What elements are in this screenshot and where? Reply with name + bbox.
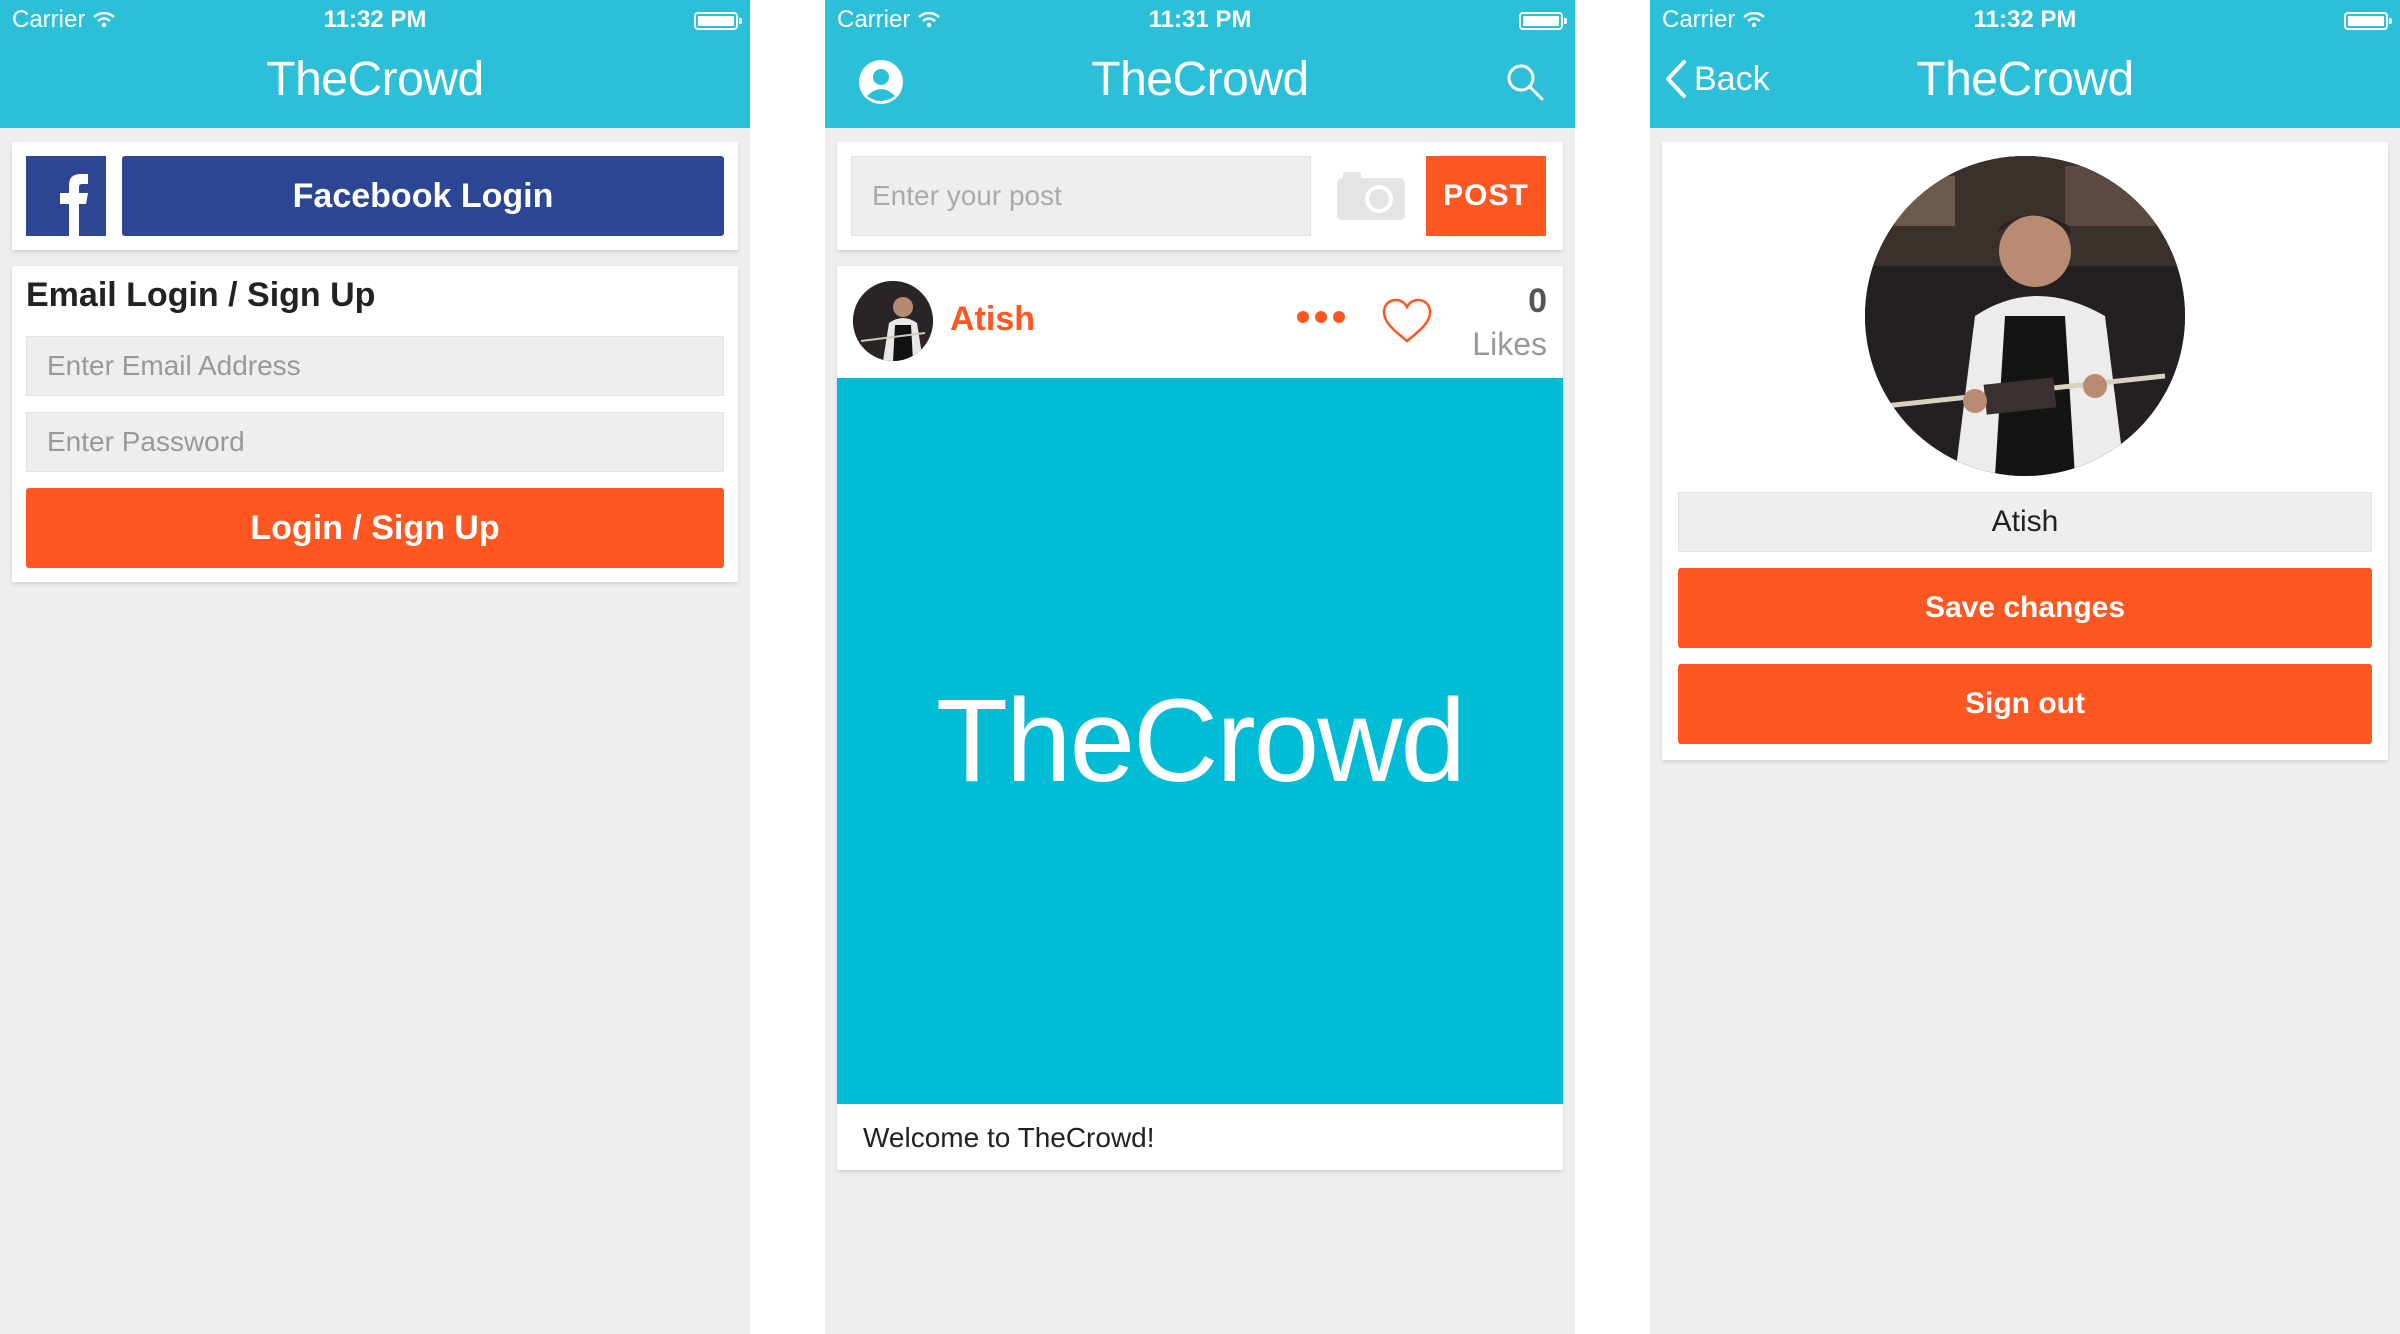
facebook-logo-icon[interactable]: [26, 156, 106, 236]
post-author-avatar[interactable]: [853, 281, 933, 361]
battery-icon: [694, 12, 742, 30]
status-time: 11:31 PM: [1148, 6, 1252, 33]
likes-count: 0: [1528, 282, 1547, 320]
status-bar: Carrier 11:32 PM: [1650, 0, 2400, 40]
app-title: TheCrowd: [1091, 53, 1309, 106]
nav-bar: Carrier 11:32 PM Back TheCrowd: [1650, 0, 2400, 128]
post-input[interactable]: Enter your post: [851, 156, 1311, 236]
password-placeholder: Enter Password: [47, 426, 245, 457]
status-bar: Carrier 11:32 PM: [0, 0, 750, 40]
post-image[interactable]: TheCrowd: [837, 378, 1563, 1104]
password-input[interactable]: Enter Password: [26, 412, 724, 472]
camera-icon[interactable]: [1335, 168, 1407, 227]
name-input[interactable]: Atish: [1678, 492, 2372, 552]
sign-out-button[interactable]: Sign out: [1678, 664, 2372, 744]
status-time: 11:32 PM: [323, 6, 427, 33]
post-author-name[interactable]: Atish: [950, 300, 1035, 339]
email-input[interactable]: Enter Email Address: [26, 336, 724, 396]
post-caption: Welcome to TheCrowd!: [863, 1122, 1155, 1153]
battery-icon: [2344, 12, 2392, 30]
nav-bar: Carrier 11:31 PM TheCrowd: [825, 0, 1575, 128]
app-title: TheCrowd: [1916, 53, 2134, 106]
login-screen: Carrier 11:32 PM TheCrowd Facebook Login…: [0, 0, 750, 1334]
status-bar: Carrier 11:31 PM: [825, 0, 1575, 40]
profile-screen: Carrier 11:32 PM Back TheCrowd Atish Sav…: [1650, 0, 2400, 1334]
more-options-icon[interactable]: [1297, 311, 1345, 323]
battery-icon: [1519, 12, 1567, 30]
app-title: TheCrowd: [266, 53, 484, 106]
nav-bar: Carrier 11:32 PM TheCrowd: [0, 0, 750, 128]
name-value: Atish: [1991, 505, 2059, 538]
profile-avatar[interactable]: [1865, 156, 2185, 476]
search-icon[interactable]: [1505, 62, 1545, 102]
email-section-title: Email Login / Sign Up: [26, 276, 376, 314]
likes-label: Likes: [1472, 326, 1547, 362]
email-placeholder: Enter Email Address: [47, 350, 301, 381]
feed-screen: Carrier 11:31 PM TheCrowd Enter your pos…: [825, 0, 1575, 1334]
facebook-login-button[interactable]: Facebook Login: [122, 156, 724, 236]
post-image-text: TheCrowd: [935, 675, 1466, 807]
post-button[interactable]: POST: [1426, 156, 1546, 236]
status-time: 11:32 PM: [1973, 6, 2077, 33]
post-placeholder: Enter your post: [872, 180, 1062, 211]
save-changes-button[interactable]: Save changes: [1678, 568, 2372, 648]
login-signup-button[interactable]: Login / Sign Up: [26, 488, 724, 568]
